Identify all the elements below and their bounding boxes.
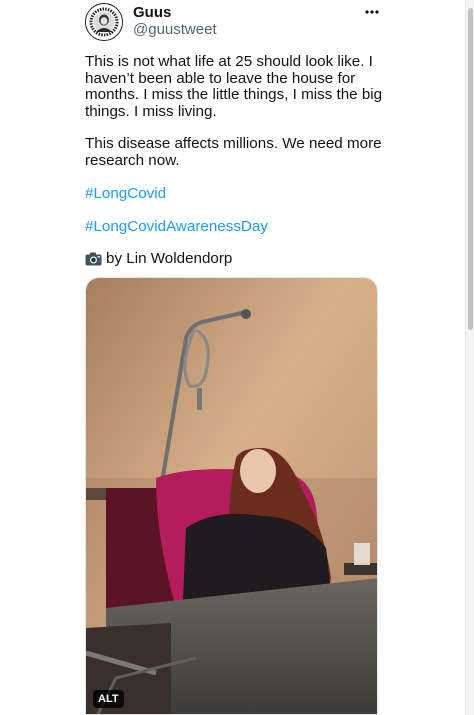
more-horizontal-icon	[365, 10, 379, 14]
alt-text-badge[interactable]: ALT	[93, 690, 124, 708]
tweet-text-paragraph-1: This is not what life at 25 should look …	[85, 53, 383, 120]
user-handle[interactable]: @guustweet	[133, 21, 217, 38]
tweet-photo[interactable]	[85, 277, 378, 715]
photo-woman-in-hospital-bed	[86, 278, 377, 714]
display-name[interactable]: Guus	[133, 4, 171, 21]
camera-icon	[85, 252, 102, 265]
tweet: Guus @guustweet This is not what life at…	[0, 0, 474, 715]
photo-credit: by Lin Woldendorp	[85, 250, 232, 267]
hashtag-link-longcovid[interactable]: #LongCovid	[85, 185, 166, 202]
more-options-button[interactable]	[359, 2, 385, 22]
avatar-image	[86, 4, 122, 40]
scrollbar-thumb[interactable]	[468, 8, 473, 330]
photo-credit-text: by Lin Woldendorp	[106, 250, 233, 267]
tweet-text-paragraph-2: This disease affects millions. We need m…	[85, 135, 382, 169]
avatar[interactable]	[85, 3, 123, 41]
hashtag-link-longcovid-awareness-day[interactable]: #LongCovidAwarenessDay	[85, 218, 268, 235]
